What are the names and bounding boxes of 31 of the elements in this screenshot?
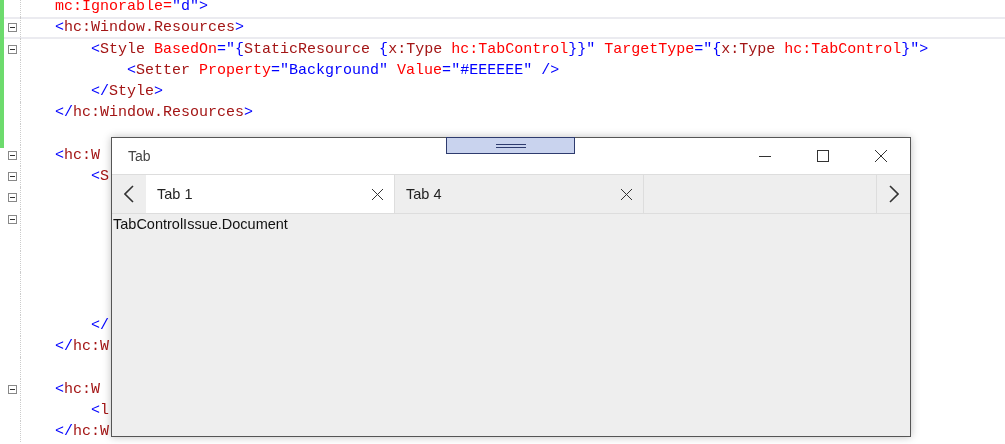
close-tab-icon[interactable] [372, 188, 383, 200]
collapse-icon[interactable] [8, 150, 17, 160]
collapse-icon[interactable] [8, 44, 17, 54]
drag-handle[interactable] [446, 137, 575, 154]
collapse-icon[interactable] [8, 23, 17, 33]
code-line: </hc:W [55, 423, 110, 441]
close-tab-icon[interactable] [621, 188, 632, 200]
code-line: <hc:Window.Resources> [55, 19, 245, 37]
code-line: <hc:W [55, 380, 101, 398]
collapse-icon[interactable] [8, 214, 17, 224]
code-line: </Style> [91, 83, 164, 101]
code-line: </ [91, 316, 109, 334]
chevron-right-icon [888, 185, 899, 203]
code-line: <Setter Property="Background" Value="#EEEEEE" /> [127, 61, 560, 79]
code-line: </hc:W [55, 338, 110, 356]
code-line: </hc:Window.Resources> [55, 104, 254, 122]
tab[interactable]: Tab 1 [146, 175, 395, 213]
collapse-icon[interactable] [8, 193, 17, 203]
scroll-right-button[interactable] [876, 175, 910, 213]
document-text: TabControlIssue.Document [113, 216, 288, 232]
close-icon [875, 150, 887, 162]
code-line: <Style BasedOn="{StaticResource {x:Type hc:TabControl}}" TargetType="{x:Type hc:TabControl}"> [91, 40, 929, 58]
collapse-icon[interactable] [8, 172, 17, 182]
code-line: mc:Ignorable="d"> [55, 0, 209, 16]
collapse-icon[interactable] [8, 384, 17, 394]
maximize-icon [817, 150, 829, 162]
code-line: <S [91, 168, 110, 186]
code-line: <l [91, 401, 110, 419]
window-title: Tab [128, 148, 151, 164]
chevron-left-icon [124, 185, 134, 203]
code-line: <hc:W [55, 146, 101, 164]
